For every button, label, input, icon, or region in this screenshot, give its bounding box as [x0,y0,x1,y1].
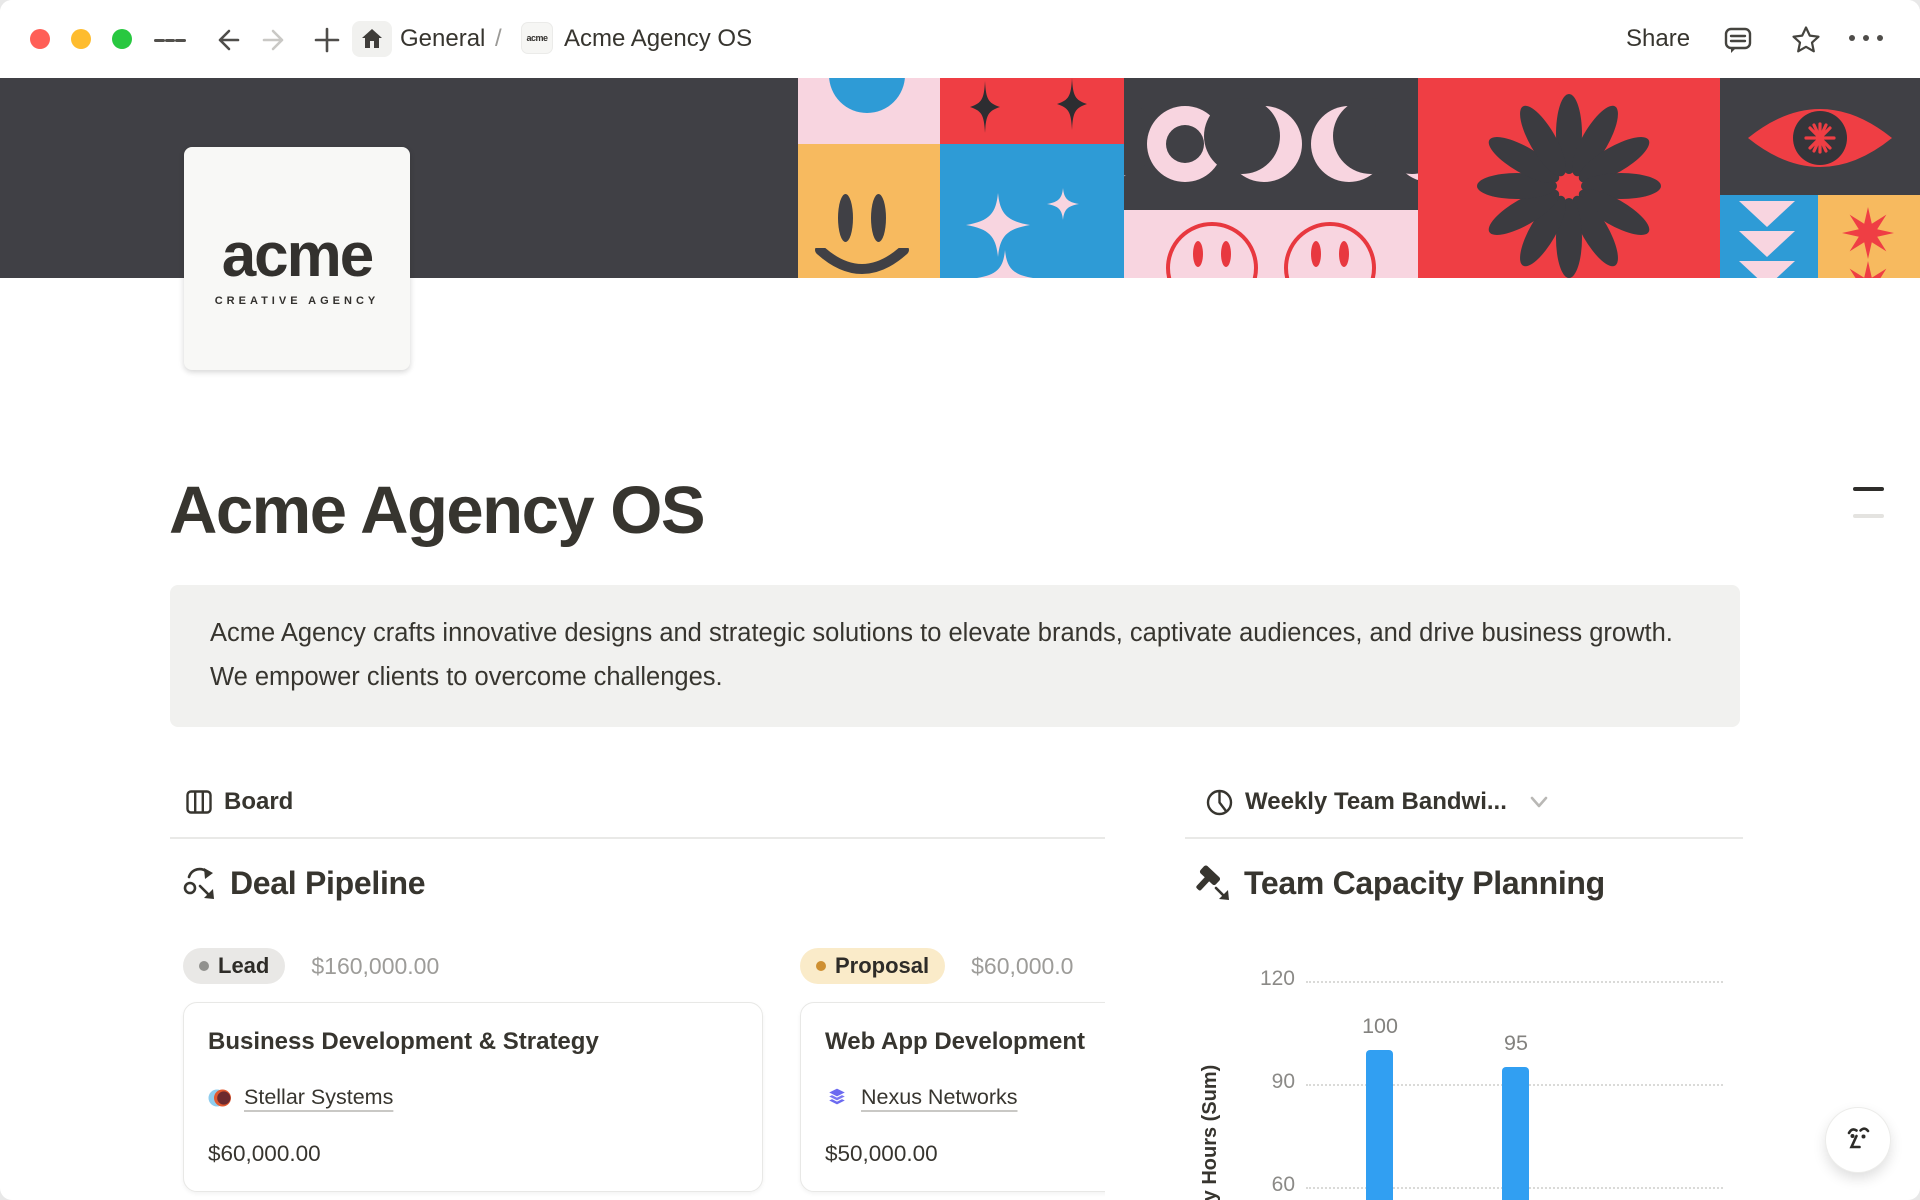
notion-window: General / acme Acme Agency OS Share [0,0,1920,1200]
favorite-star-icon[interactable] [1790,24,1822,56]
status-dot [816,961,826,971]
breadcrumb-teamspace[interactable]: General [400,25,485,53]
cover-tile-flower [1418,78,1720,278]
cover-tile-pink-sparkles [940,144,1124,278]
ai-face-icon [1842,1123,1874,1157]
y-tick-90: 90 [1240,1070,1295,1094]
pipeline-icon [182,864,218,902]
card-title: Web App Development [825,1028,1105,1056]
capacity-bar-0[interactable] [1366,1050,1393,1200]
card-client-link[interactable]: Nexus Networks [861,1085,1018,1110]
stellar-systems-logo-icon [208,1086,232,1110]
capacity-bar-label-0: 100 [1340,1014,1420,1039]
notion-ai-button[interactable] [1826,1108,1890,1172]
kanban-card[interactable]: Business Development & Strategy Stellar … [183,1002,763,1192]
forward-icon[interactable] [260,24,292,56]
capacity-bar-chart: 120 90 60 100 95 ty Hours (Sum) [1185,940,1745,1200]
cover-tile-smiley [798,144,940,278]
capacity-view-tab[interactable]: Weekly Team Bandwi... [1206,785,1549,819]
board-divider [170,837,1105,839]
nexus-networks-logo-icon [825,1086,849,1110]
back-icon[interactable] [210,24,242,56]
capacity-bar-1[interactable] [1502,1067,1529,1200]
window-close-button[interactable] [30,29,50,49]
cover-tile-triangles [1720,195,1818,278]
breadcrumb-separator: / [495,25,502,53]
capacity-view-label: Weekly Team Bandwi... [1245,788,1507,816]
breadcrumb-page-title[interactable]: Acme Agency OS [564,25,752,53]
kanban-card[interactable]: Web App Development Nexus Networks $50,0… [800,1002,1105,1192]
window-zoom-button[interactable] [112,29,132,49]
card-amount: $50,000.00 [825,1141,1105,1167]
toolbar: General / acme Acme Agency OS Share [0,0,1920,78]
logo-wordmark: acme [222,225,373,287]
cover-tile-black-sparkles [940,78,1124,144]
home-icon [360,27,384,51]
comments-icon[interactable] [1722,24,1754,56]
table-of-contents-indicator[interactable] [1853,487,1884,518]
cover-tile-eye [1720,78,1920,195]
board-view-label: Board [224,788,293,816]
cover-tile-rings [1124,78,1418,210]
window-minimize-button[interactable] [71,29,91,49]
capacity-bar-label-1: 95 [1476,1031,1556,1056]
card-title: Business Development & Strategy [208,1028,738,1056]
cover-tile-stars [1818,195,1920,278]
column-total: $60,000.0 [971,953,1073,980]
cover-tile-pink-smileys [1124,210,1418,278]
logo-tagline: CREATIVE AGENCY [215,295,380,307]
card-amount: $60,000.00 [208,1141,738,1167]
kanban-column-lead: Lead $160,000.00 Business Development & … [183,948,763,1192]
kanban-column-proposal: Proposal $60,000.0 Web App Development N… [800,948,1105,1192]
chevron-down-icon[interactable] [1529,795,1549,809]
pie-chart-icon [1206,789,1233,816]
column-total: $160,000.00 [311,953,439,980]
page-icon-card[interactable]: acme CREATIVE AGENCY [184,147,410,370]
status-pill-lead[interactable]: Lead [183,948,285,984]
deal-pipeline-heading: Deal Pipeline [182,864,425,902]
new-page-plus-icon[interactable] [311,24,343,56]
page-title: Acme Agency OS [169,472,704,549]
hammer-icon [1196,864,1232,902]
y-tick-60: 60 [1240,1173,1295,1197]
board-view-tab[interactable]: Board [186,785,293,819]
more-options-icon[interactable] [1849,35,1883,41]
y-axis-label: ty Hours (Sum) [1199,1065,1222,1200]
home-button[interactable] [352,21,392,57]
status-pill-proposal[interactable]: Proposal [800,948,945,984]
board-view-icon [186,790,212,814]
cover-tile-circle [798,78,940,144]
sidebar-menu-icon[interactable] [154,24,186,56]
team-capacity-heading: Team Capacity Planning [1196,864,1605,902]
gridline-120 [1306,981,1723,983]
kanban-board: Lead $160,000.00 Business Development & … [170,948,1105,1200]
y-tick-120: 120 [1240,967,1295,991]
breadcrumb-page-icon[interactable]: acme [522,23,552,53]
card-client-link[interactable]: Stellar Systems [244,1085,393,1110]
callout-block[interactable]: Acme Agency crafts innovative designs an… [170,585,1740,727]
callout-text: Acme Agency crafts innovative designs an… [210,619,1673,691]
status-dot [199,961,209,971]
capacity-divider [1185,837,1743,839]
share-button[interactable]: Share [1626,25,1690,53]
